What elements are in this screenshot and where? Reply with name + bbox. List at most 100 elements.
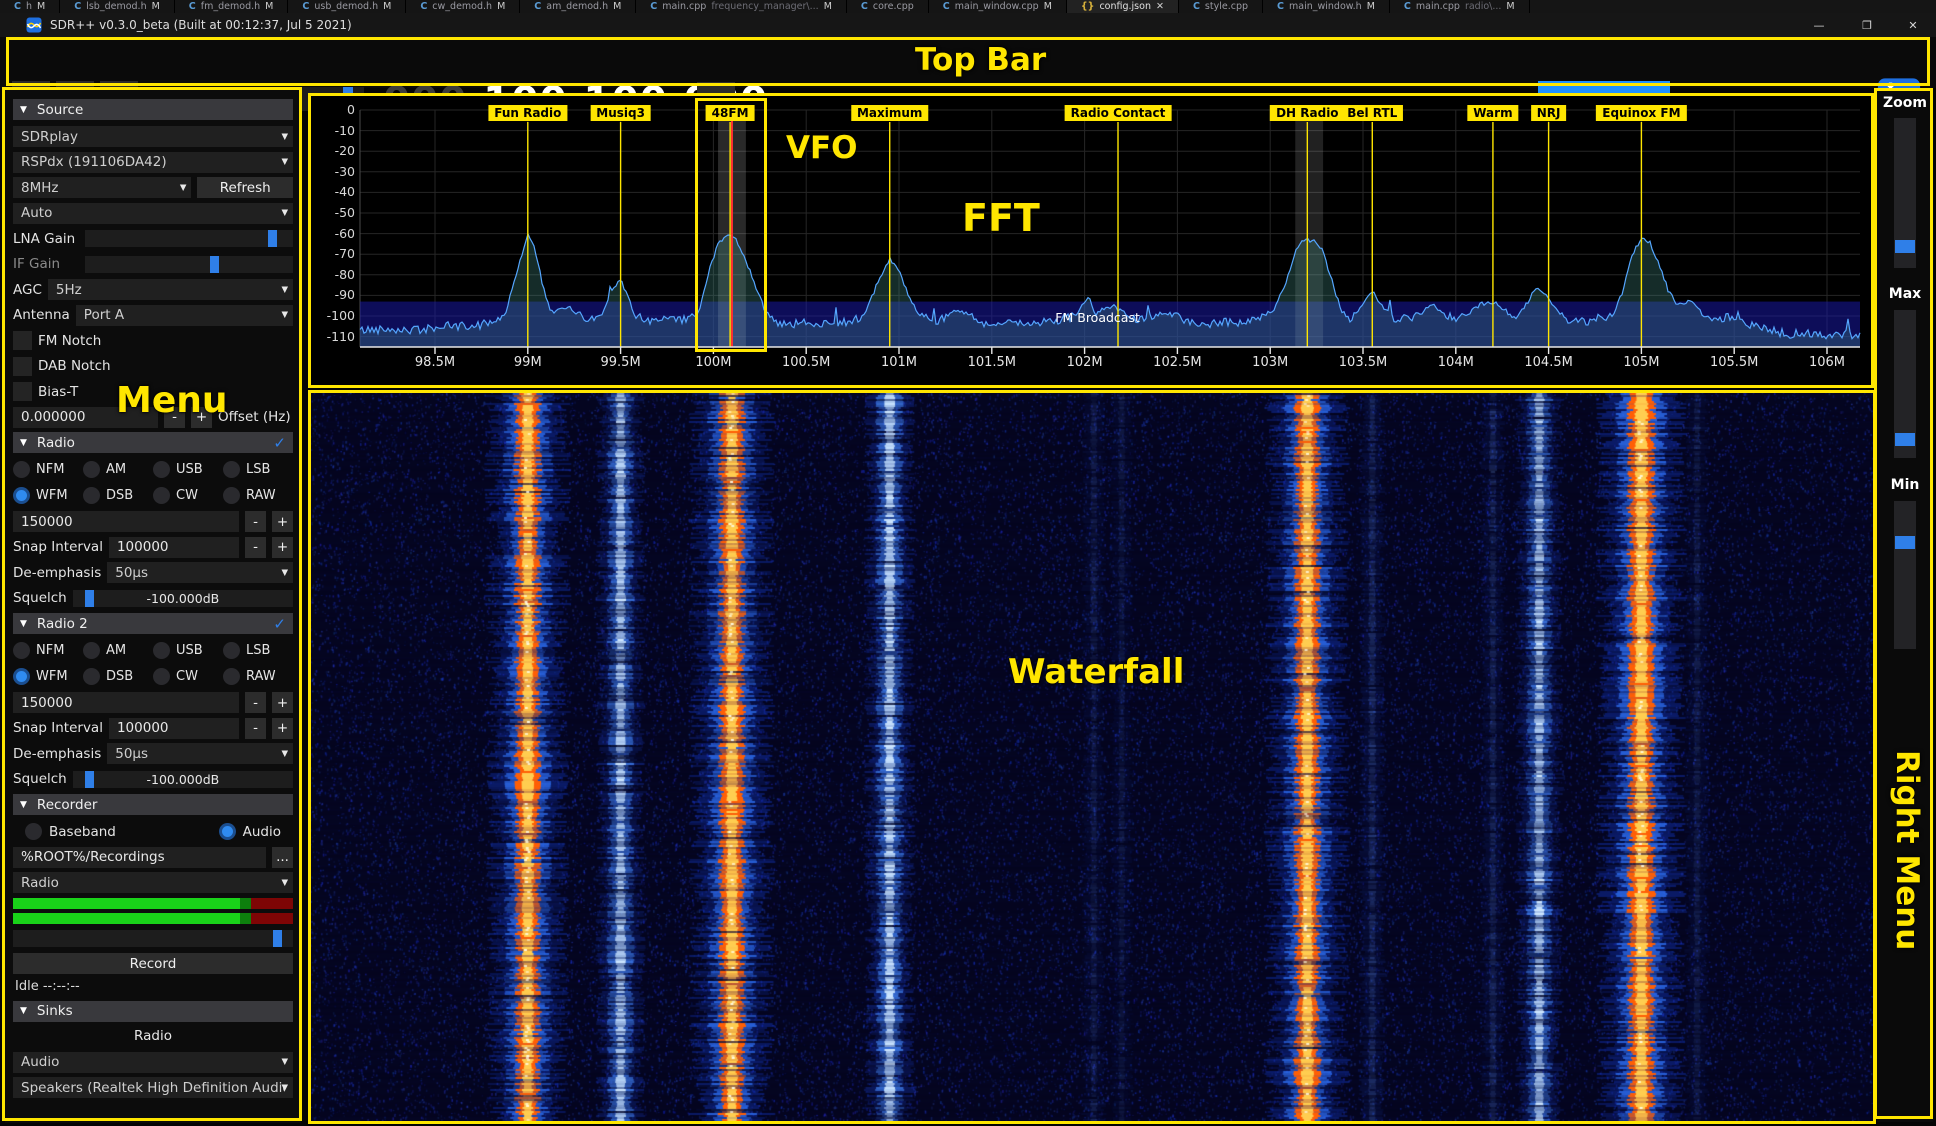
snap-increment-button[interactable]: +: [272, 537, 293, 558]
module-enabled-check-icon[interactable]: ✓: [273, 434, 286, 452]
slider-handle[interactable]: [210, 256, 219, 273]
mode-option-raw[interactable]: RAW: [223, 666, 293, 687]
mode-option-usb[interactable]: USB: [153, 640, 223, 661]
vscode-tab-cw-demod-h[interactable]: Ccw_demod.hM: [406, 0, 520, 13]
radio-bandwidth-input[interactable]: 150000: [13, 511, 239, 532]
bandwidth-select[interactable]: Auto▼: [13, 203, 293, 224]
radio-button-selected[interactable]: [13, 668, 30, 685]
vscode-tab-am-demod-h[interactable]: Cam_demod.hM: [520, 0, 636, 13]
bias-t-checkbox[interactable]: [13, 382, 32, 401]
radio-button[interactable]: [153, 668, 170, 685]
antenna-select[interactable]: Port A▼: [76, 305, 293, 326]
radio-button[interactable]: [223, 668, 240, 685]
dab-notch-checkbox[interactable]: [13, 357, 32, 376]
section-header-sinks[interactable]: ▼ Sinks: [13, 1001, 293, 1022]
mode-option-am[interactable]: AM: [83, 640, 153, 661]
station-label-warm[interactable]: Warm: [1467, 105, 1518, 121]
vscode-tab-main-cpp[interactable]: Cmain.cppradio\...M: [1390, 0, 1530, 13]
samplerate-select[interactable]: 8MHz▼: [13, 177, 191, 198]
mode-option-nfm[interactable]: NFM: [13, 459, 83, 480]
station-label-bel-rtl[interactable]: Bel RTL: [1341, 105, 1403, 121]
radio-button[interactable]: [223, 461, 240, 478]
station-label-48fm[interactable]: 48FM: [706, 105, 755, 121]
recorder-volume-slider[interactable]: [13, 930, 293, 947]
section-header-source[interactable]: ▼ Source: [13, 99, 293, 120]
slider-handle[interactable]: [273, 930, 282, 947]
fm-notch-checkbox[interactable]: [13, 331, 32, 350]
radio-button-selected[interactable]: [219, 823, 236, 840]
slider-handle[interactable]: [1895, 433, 1915, 446]
source-driver-select[interactable]: SDRplay▼: [13, 126, 293, 147]
tab-close-icon[interactable]: ✕: [1156, 1, 1164, 12]
mode-option-dsb[interactable]: DSB: [83, 485, 153, 506]
snap-decrement-button[interactable]: -: [245, 718, 266, 739]
mode-option-raw[interactable]: RAW: [223, 485, 293, 506]
radio-button[interactable]: [223, 642, 240, 659]
radio-button[interactable]: [25, 823, 42, 840]
deemphasis-select[interactable]: 50µs▼: [107, 562, 293, 583]
baseband-radio-option[interactable]: Baseband: [25, 823, 116, 840]
radio-button[interactable]: [83, 487, 100, 504]
vscode-tab-lsb-demod-h[interactable]: Clsb_demod.hM: [60, 0, 175, 13]
vscode-tab-core-cpp[interactable]: Ccore.cpp: [847, 0, 929, 13]
offset-increment-button[interactable]: +: [191, 407, 212, 428]
mode-option-wfm[interactable]: WFM: [13, 485, 83, 506]
minimize-button[interactable]: —: [1798, 13, 1840, 37]
vscode-tab-h[interactable]: ChM: [0, 0, 60, 13]
bandwidth-decrement-button[interactable]: -: [245, 692, 266, 713]
radio-button[interactable]: [13, 642, 30, 659]
vscode-tab-config-json[interactable]: {}config.json✕: [1067, 0, 1179, 13]
slider-handle[interactable]: [1895, 536, 1915, 549]
snap-increment-button[interactable]: +: [272, 718, 293, 739]
radio-button[interactable]: [83, 461, 100, 478]
vscode-tab-fm-demod-h[interactable]: Cfm_demod.hM: [175, 0, 289, 13]
vscode-tab-main-window-h[interactable]: Cmain_window.hM: [1263, 0, 1390, 13]
vscode-tab-usb-demod-h[interactable]: Cusb_demod.hM: [288, 0, 406, 13]
radio2-bandwidth-input[interactable]: 150000: [13, 692, 239, 713]
bandwidth-increment-button[interactable]: +: [272, 511, 293, 532]
zoom-slider[interactable]: [1894, 118, 1916, 268]
offset-input[interactable]: 0.000000: [13, 407, 158, 428]
fft-min-slider[interactable]: [1894, 501, 1916, 649]
vscode-tab-style-cpp[interactable]: Cstyle.cpp: [1179, 0, 1263, 13]
slider-handle[interactable]: [268, 230, 277, 247]
radio-button[interactable]: [83, 668, 100, 685]
deemphasis-select[interactable]: 50µs▼: [107, 743, 293, 764]
snap-interval-input[interactable]: 100000: [109, 537, 239, 558]
squelch-slider[interactable]: -100.000dB: [73, 590, 293, 607]
section-header-recorder[interactable]: ▼ Recorder: [13, 794, 293, 815]
vscode-tab-main-window-cpp[interactable]: Cmain_window.cppM: [929, 0, 1067, 13]
close-button[interactable]: ✕: [1892, 13, 1934, 37]
slider-handle[interactable]: [1895, 240, 1915, 253]
vscode-tab-main-cpp[interactable]: Cmain.cppfrequency_manager\...M: [636, 0, 847, 13]
station-label-fun-radio[interactable]: Fun Radio: [488, 105, 567, 121]
station-label-radio-contact[interactable]: Radio Contact: [1065, 105, 1172, 121]
recorder-stream-select[interactable]: Radio▼: [13, 872, 293, 893]
mode-option-wfm[interactable]: WFM: [13, 666, 83, 687]
record-button[interactable]: Record: [13, 953, 293, 974]
mode-option-usb[interactable]: USB: [153, 459, 223, 480]
browse-button[interactable]: ...: [272, 847, 293, 868]
if-gain-slider[interactable]: [85, 256, 293, 273]
station-label-musiq3[interactable]: Musiq3: [590, 105, 651, 121]
radio-button[interactable]: [13, 461, 30, 478]
mode-option-lsb[interactable]: LSB: [223, 640, 293, 661]
section-header-radio[interactable]: ▼ Radio ✓: [13, 432, 293, 453]
station-label-maximum[interactable]: Maximum: [851, 105, 928, 121]
audio-radio-option[interactable]: Audio: [219, 823, 281, 840]
bandwidth-increment-button[interactable]: +: [272, 692, 293, 713]
radio-button[interactable]: [153, 461, 170, 478]
fft-display[interactable]: 0-10-20-30-40-50-60-70-80-90-100-110Fun …: [309, 94, 1873, 387]
mode-option-nfm[interactable]: NFM: [13, 640, 83, 661]
station-label-nrj[interactable]: NRJ: [1531, 105, 1567, 121]
fft-max-slider[interactable]: [1894, 310, 1916, 458]
mode-option-am[interactable]: AM: [83, 459, 153, 480]
section-header-radio2[interactable]: ▼ Radio 2 ✓: [13, 613, 293, 634]
mode-option-dsb[interactable]: DSB: [83, 666, 153, 687]
source-device-select[interactable]: RSPdx (191106DA42)▼: [13, 152, 293, 173]
radio-button-selected[interactable]: [13, 487, 30, 504]
mode-option-lsb[interactable]: LSB: [223, 459, 293, 480]
sink-device-select[interactable]: Speakers (Realtek High Definition Audio)…: [13, 1077, 293, 1098]
bandwidth-decrement-button[interactable]: -: [245, 511, 266, 532]
maximize-button[interactable]: ❐: [1846, 13, 1888, 37]
